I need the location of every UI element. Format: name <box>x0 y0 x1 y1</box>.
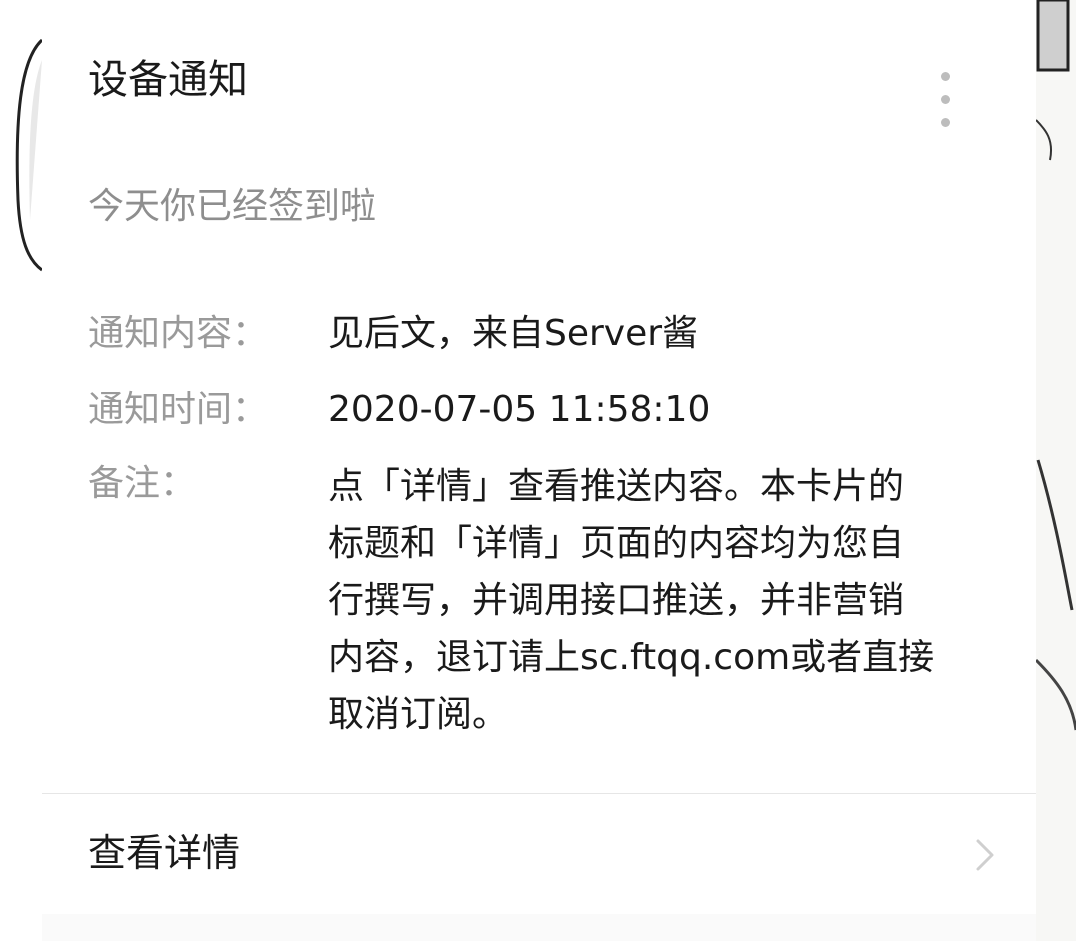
card-title: 设备通知 <box>88 57 248 103</box>
notification-card: 设备通知 今天你已经签到啦 通知内容： 见后文，来自Server酱 通知时间： … <box>42 0 1036 941</box>
wallpaper-right-edge <box>1034 0 1076 941</box>
info-row-content: 通知内容： 见后文，来自Server酱 <box>88 308 1008 360</box>
note-value: 点「详情」查看推送内容。本卡片的 标题和「详情」页面的内容均为您自 行撰写，并调… <box>328 466 935 735</box>
wallpaper-left-edge <box>0 0 44 941</box>
more-vertical-icon[interactable] <box>932 72 958 130</box>
wallpaper-sketch-right <box>1034 0 1076 731</box>
info-row-note: 备注： 点「详情」查看推送内容。本卡片的 标题和「详情」页面的内容均为您自 行撰… <box>88 458 1008 743</box>
chevron-right-icon <box>976 839 994 871</box>
info-row-time: 通知时间： 2020-07-05 11:58:10 <box>88 384 1008 436</box>
wallpaper-sketch-left <box>15 38 44 272</box>
more-dot <box>940 95 950 104</box>
card-bottom-edge <box>42 914 1036 941</box>
note-label: 备注： <box>88 463 197 504</box>
content-value: 见后文，来自Server酱 <box>328 313 699 354</box>
more-dot <box>940 72 950 81</box>
time-value: 2020-07-05 11:58:10 <box>328 389 711 430</box>
more-dot <box>940 118 950 127</box>
view-details-button[interactable]: 查看详情 <box>42 794 1036 914</box>
view-details-label: 查看详情 <box>88 831 241 875</box>
content-label: 通知内容： <box>88 313 269 354</box>
time-label: 通知时间： <box>88 389 269 430</box>
card-subtitle: 今天你已经签到啦 <box>88 186 377 227</box>
